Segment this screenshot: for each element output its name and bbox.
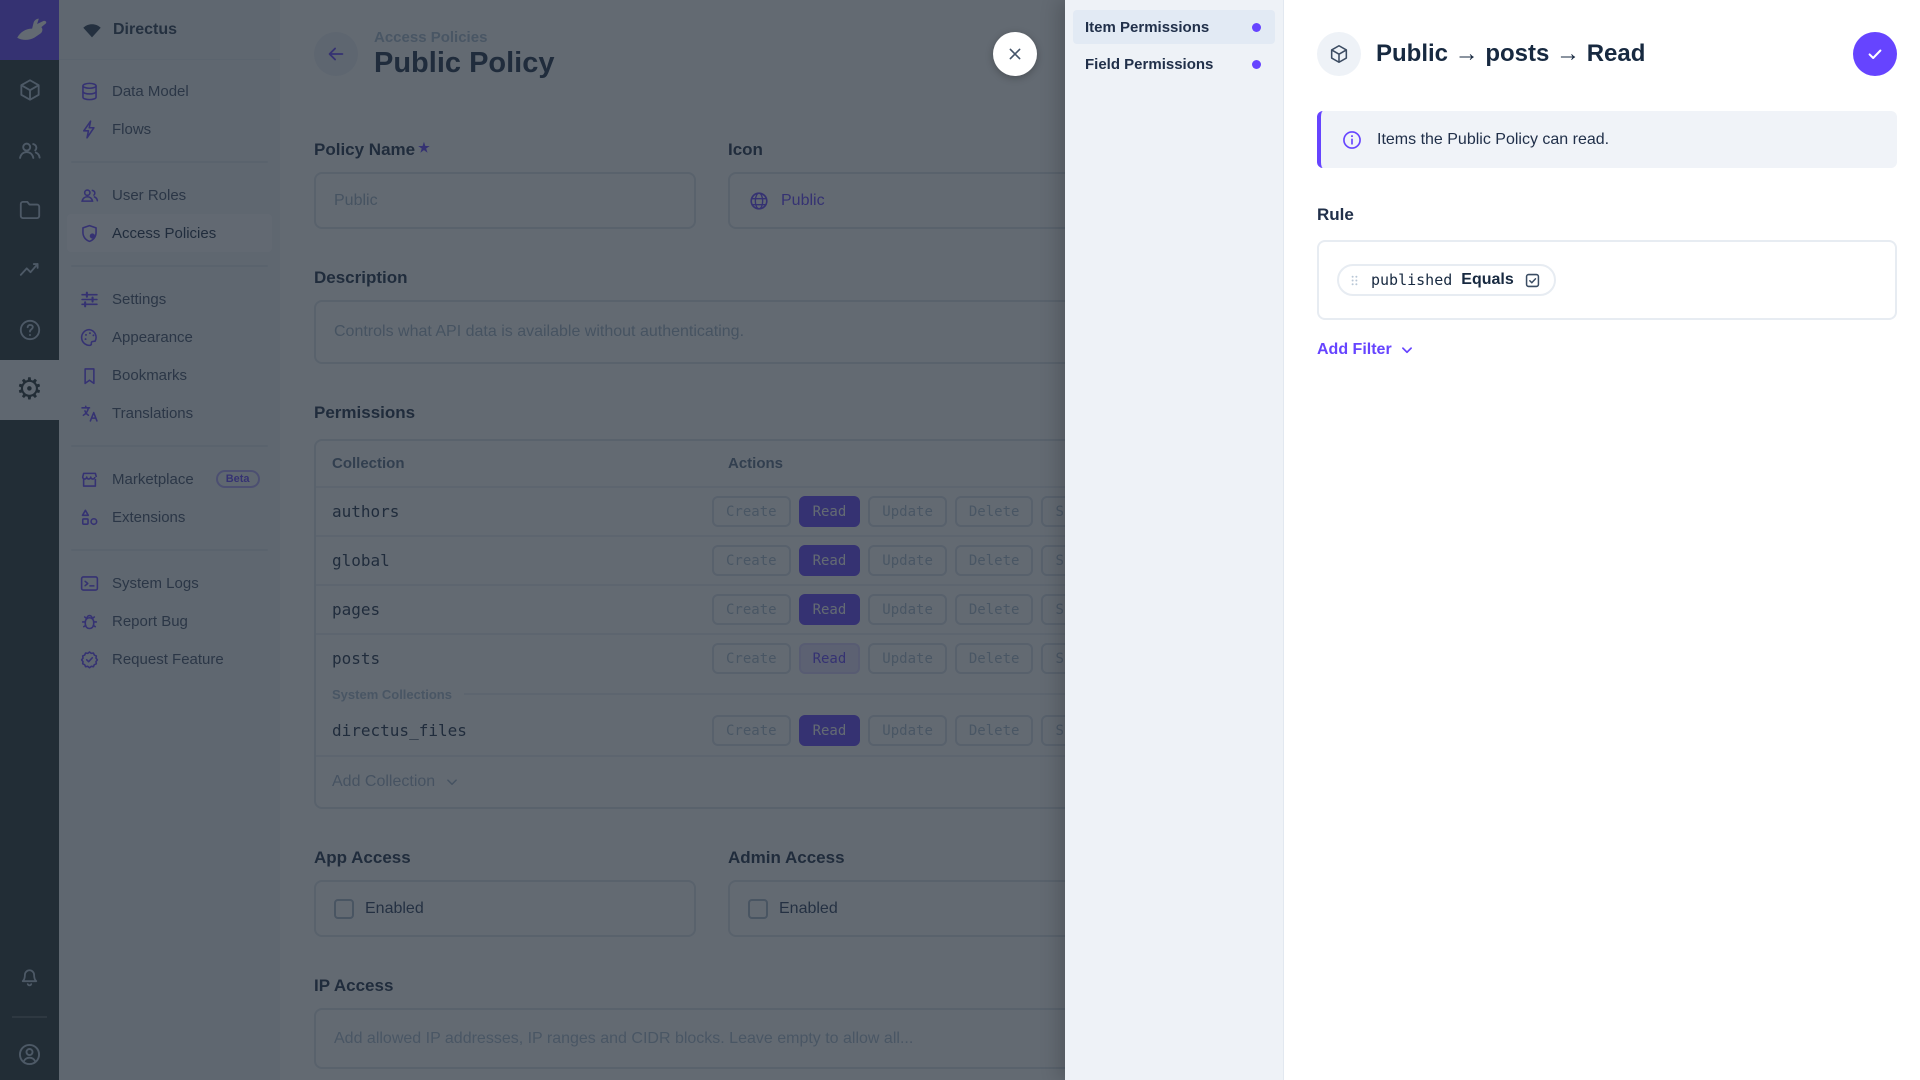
- drawer-title: Public → posts → Read: [1376, 40, 1646, 67]
- checked-checkbox-icon[interactable]: [1523, 271, 1542, 290]
- status-dot: [1252, 59, 1261, 69]
- status-dot: [1252, 22, 1261, 32]
- drawer-nav: Item Permissions Field Permissions: [1065, 0, 1284, 1080]
- notice-text: Items the Public Policy can read.: [1377, 130, 1610, 148]
- rule-label: Rule: [1317, 205, 1354, 224]
- tab-label: Item Permissions: [1085, 18, 1210, 36]
- drawer-panel: Public → posts → Read Items the Public P…: [1284, 0, 1920, 1080]
- add-filter-button[interactable]: Add Filter: [1317, 341, 1416, 359]
- chevron-down-icon: [1401, 347, 1412, 354]
- filter-field-name[interactable]: published: [1371, 271, 1452, 289]
- drag-handle-icon: [1351, 275, 1358, 285]
- drawer-header: Public → posts → Read: [1317, 32, 1897, 76]
- filter-operator[interactable]: Equals: [1461, 271, 1513, 289]
- drawer-header-icon-circle: [1317, 32, 1361, 76]
- permissions-drawer: Item Permissions Field Permissions Publi…: [1065, 0, 1920, 1080]
- close-drawer-button[interactable]: [993, 32, 1037, 76]
- close-icon: [1009, 48, 1021, 60]
- info-notice: Items the Public Policy can read.: [1317, 111, 1897, 168]
- add-filter-label: Add Filter: [1317, 341, 1392, 358]
- tab-field-permissions[interactable]: Field Permissions: [1073, 47, 1275, 81]
- info-icon: [1343, 130, 1361, 149]
- tab-item-permissions[interactable]: Item Permissions: [1073, 10, 1275, 44]
- box-icon: [1330, 44, 1348, 64]
- rule-box: published Equals: [1317, 240, 1897, 320]
- tab-label: Field Permissions: [1085, 55, 1214, 73]
- check-icon: [1868, 49, 1882, 59]
- app-window: ⚙ Directus: [0, 0, 1920, 1080]
- save-button[interactable]: [1853, 32, 1897, 76]
- filter-chip[interactable]: published Equals: [1337, 264, 1556, 296]
